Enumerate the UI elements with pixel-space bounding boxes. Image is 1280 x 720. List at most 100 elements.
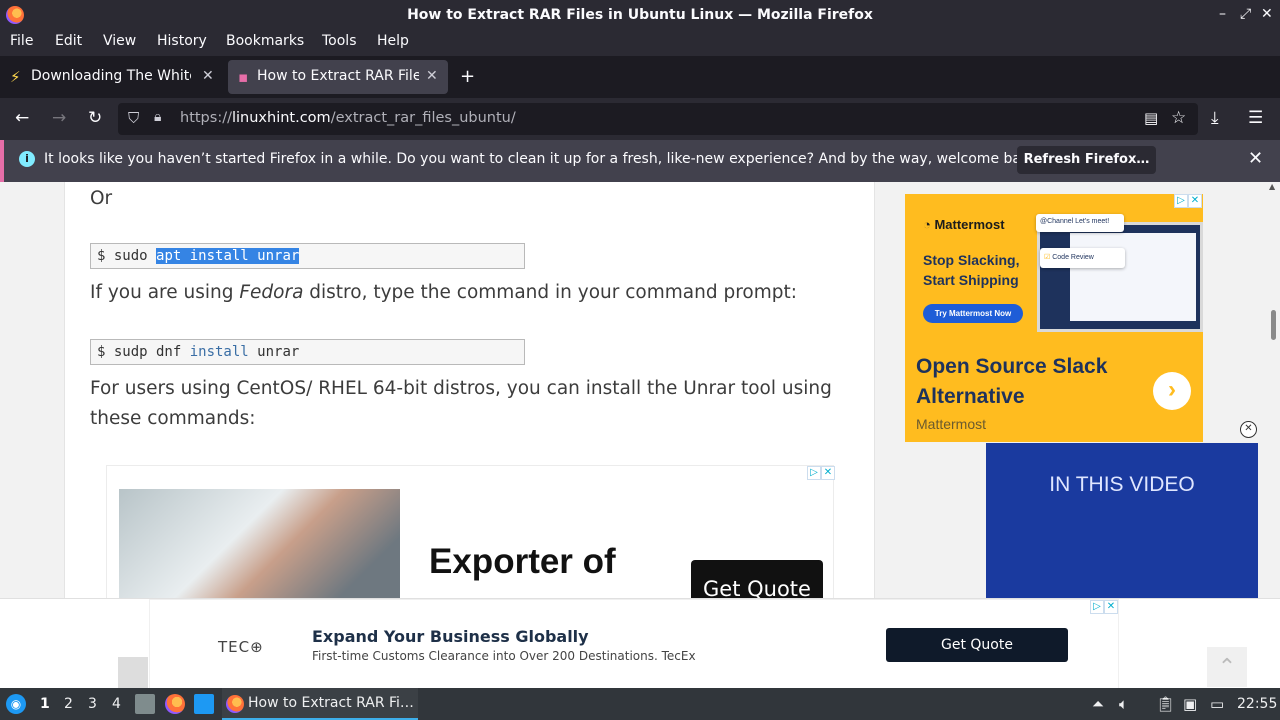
close-tab-icon[interactable]: ✕ <box>202 68 214 84</box>
notification-text: It looks like you haven’t started Firefo… <box>44 151 1043 167</box>
lock-icon[interactable]: 🔒︎ <box>154 109 161 125</box>
reader-view-icon[interactable]: ▤ <box>1144 109 1158 127</box>
workspace-1[interactable]: 1 <box>40 696 50 712</box>
network-icon[interactable]: ▣ <box>1183 695 1197 713</box>
clipboard-icon[interactable]: 📋︎ <box>1156 695 1175 713</box>
workspace-2[interactable]: 2 <box>64 696 73 712</box>
volume-icon[interactable]: 🔈︎ <box>1119 695 1128 713</box>
ad-popup-message: @Channel Let's meet! <box>1036 214 1124 232</box>
article-body: Or $ sudo apt install unrar If you are u… <box>64 182 875 598</box>
tab-strip: ⚡ Downloading The White H ✕ ▪ How to Ext… <box>0 56 1280 98</box>
ad-image-fragment <box>118 657 148 689</box>
workspace-3[interactable]: 3 <box>88 696 97 712</box>
scrollbar-thumb[interactable] <box>1271 310 1276 340</box>
page-scrollbar[interactable]: ▲ <box>1268 182 1280 598</box>
taskbar: ◉ 1 2 3 4 How to Extract RAR Fi… ⏶ 🔈︎ 📋︎… <box>0 688 1280 720</box>
menu-file[interactable]: File <box>10 33 33 49</box>
adchoices-icon[interactable]: ▷ <box>807 466 821 480</box>
shield-icon[interactable]: ⛉ <box>128 109 139 127</box>
ad-popup-checkbox: ☑ Code Review <box>1040 248 1125 268</box>
ad-source: Mattermost <box>916 416 987 432</box>
laptop-illustration <box>1037 222 1203 332</box>
ad-close-icon[interactable]: ✕ <box>1104 600 1118 614</box>
terminal-launcher-icon[interactable] <box>194 694 214 714</box>
or-text: Or <box>90 188 113 209</box>
sidebar-ad[interactable]: ▷ ✕ ◔ Mattermost Stop Slacking, Start Sh… <box>905 194 1203 442</box>
checkbox-icon: ☑ <box>1044 254 1051 261</box>
bottom-get-quote-button[interactable]: Get Quote <box>886 628 1068 662</box>
ad-close-icon[interactable]: ✕ <box>821 466 835 480</box>
ad-headline: Open Source Slack Alternative <box>916 355 1108 408</box>
downloads-icon[interactable]: ⤓ <box>1211 108 1219 128</box>
navigation-bar: ← → ↻ ⛉ 🔒︎ https://linuxhint.com/extract… <box>0 98 1280 140</box>
code-block-apt[interactable]: $ sudo apt install unrar <box>90 243 525 269</box>
video-player[interactable]: IN THIS VIDEO <box>986 443 1258 598</box>
bottom-ad-content[interactable]: ▷ ✕ TEC⊕ Expand Your Business Globally F… <box>149 599 1119 689</box>
get-quote-button[interactable]: Get Quote <box>691 560 823 598</box>
page-viewport: Or $ sudo apt install unrar If you are u… <box>0 182 1280 598</box>
back-button[interactable]: ← <box>15 108 29 128</box>
bottom-ad-headline: Expand Your Business Globally <box>312 627 589 646</box>
task-label: How to Extract RAR Fi… <box>248 695 414 711</box>
clock: 22:55 <box>1237 696 1278 712</box>
notifications-icon[interactable]: ▭ <box>1210 695 1224 713</box>
forward-button[interactable]: → <box>52 108 66 128</box>
info-icon: i <box>19 151 35 167</box>
scroll-up-icon[interactable]: ▲ <box>1269 182 1275 191</box>
window-title: How to Extract RAR Files in Ubuntu Linux… <box>407 7 873 23</box>
taskbar-firefox-window[interactable]: How to Extract RAR Fi… <box>222 688 418 720</box>
scroll-to-top-icon[interactable]: ⌃ <box>1207 647 1247 687</box>
inline-ad[interactable]: ▷ ✕ Exporter of Get Quote <box>106 465 835 598</box>
bottom-ad-subtext: First-time Customs Clearance into Over 2… <box>312 649 696 663</box>
code-block-dnf[interactable]: $ sudp dnf install unrar <box>90 339 525 365</box>
firefox-launcher-icon[interactable] <box>165 694 185 714</box>
menu-tools[interactable]: Tools <box>322 33 357 49</box>
tab-label: How to Extract RAR Files in <box>257 68 419 84</box>
bookmark-star-icon[interactable]: ☆ <box>1171 108 1186 128</box>
tray-expand-icon[interactable]: ⏶ <box>1092 695 1104 713</box>
menu-history[interactable]: History <box>157 33 207 49</box>
close-ad-icon[interactable]: ✕ <box>1240 421 1257 438</box>
url-bar[interactable]: ⛉ 🔒︎ https://linuxhint.com/extract_rar_f… <box>118 103 1198 135</box>
bottom-ad-banner[interactable]: ▷ ✕ TEC⊕ Expand Your Business Globally F… <box>0 598 1280 689</box>
menubar: File Edit View History Bookmarks Tools H… <box>0 30 1280 56</box>
close-tab-icon[interactable]: ✕ <box>426 68 438 84</box>
hamburger-menu-icon[interactable]: ☰ <box>1248 108 1263 128</box>
ad-close-icon[interactable]: ✕ <box>1188 194 1202 208</box>
url-text[interactable]: https://linuxhint.com/extract_rar_files_… <box>180 110 516 126</box>
video-title: IN THIS VIDEO <box>1049 473 1195 496</box>
tab-extract-rar[interactable]: ▪ How to Extract RAR Files in ✕ <box>228 60 448 94</box>
lightning-icon: ⚡ <box>10 68 21 86</box>
menu-edit[interactable]: Edit <box>55 33 82 49</box>
fedora-paragraph: If you are using Fedora distro, type the… <box>90 282 797 303</box>
start-menu-icon[interactable]: ◉ <box>6 694 26 714</box>
ad-image <box>119 489 400 598</box>
adchoices-icon[interactable]: ▷ <box>1174 194 1188 208</box>
tab-downloading[interactable]: ⚡ Downloading The White H ✕ <box>0 60 222 94</box>
site-favicon-icon: ▪ <box>238 68 249 86</box>
workspace-4[interactable]: 4 <box>112 696 121 712</box>
firefox-icon <box>226 695 244 713</box>
tab-label: Downloading The White H <box>31 68 191 84</box>
centos-paragraph: For users using CentOS/ RHEL 64-bit dist… <box>90 378 832 429</box>
maximize-button[interactable]: ⤢ <box>1240 6 1251 22</box>
refresh-firefox-button[interactable]: Refresh Firefox… <box>1017 146 1156 174</box>
menu-help[interactable]: Help <box>377 33 409 49</box>
file-manager-icon[interactable] <box>135 694 155 714</box>
close-window-button[interactable]: ✕ <box>1261 6 1273 22</box>
reload-button[interactable]: ↻ <box>88 108 102 128</box>
close-notification-icon[interactable]: ✕ <box>1248 148 1263 169</box>
ad-tagline: Stop Slacking, Start Shipping <box>923 252 1020 288</box>
window-titlebar: How to Extract RAR Files in Ubuntu Linux… <box>0 0 1280 30</box>
menu-view[interactable]: View <box>103 33 136 49</box>
new-tab-button[interactable]: + <box>460 66 475 87</box>
minimize-button[interactable]: – <box>1219 6 1226 22</box>
try-mattermost-button[interactable]: Try Mattermost Now <box>923 304 1023 323</box>
adchoices-icon[interactable]: ▷ <box>1090 600 1104 614</box>
ad-headline: Exporter of <box>429 542 616 581</box>
chevron-right-icon[interactable]: › <box>1153 372 1191 410</box>
menu-bookmarks[interactable]: Bookmarks <box>226 33 304 49</box>
notification-bar: i It looks like you haven’t started Fire… <box>0 140 1280 182</box>
tecex-logo: TEC⊕ <box>218 638 264 656</box>
mattermost-logo: ◔ Mattermost <box>923 217 1005 232</box>
